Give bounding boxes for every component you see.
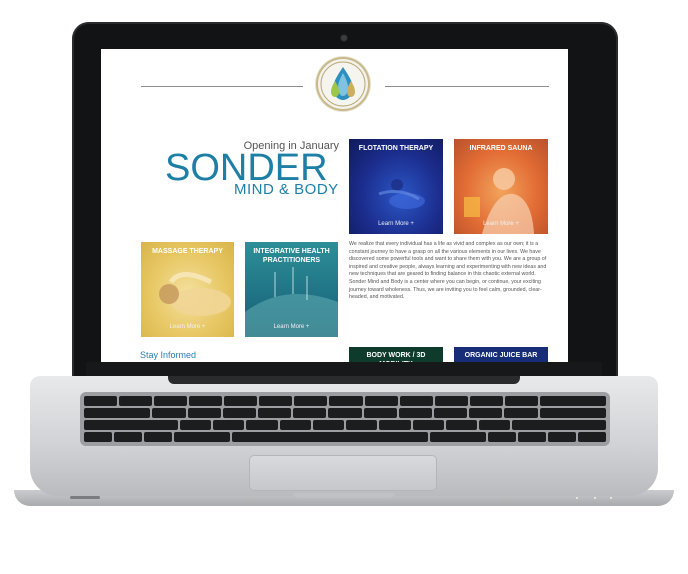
intro-paragraph: We realize that every individual has a l… [349,241,547,301]
indicator-light [576,497,578,499]
learn-more-link[interactable]: Learn More + [141,324,234,330]
tile-title: FLOTATION THERAPY [358,145,434,152]
tile-infrared-sauna[interactable]: INFRARED SAUNA Learn More + [454,139,548,234]
tile-organic-juice-bar[interactable]: ORGANIC JUICE BAR [454,347,548,362]
stay-informed-heading[interactable]: Stay Informed [140,350,196,360]
learn-more-link[interactable]: Learn More + [454,221,548,227]
lid-notch [293,493,395,498]
learn-more-link[interactable]: Learn More + [349,221,443,227]
trackpad [249,455,437,491]
header-divider-left [141,86,303,87]
tile-title: BODY WORK / 3D MOBILITY [366,352,426,362]
indicator-light [594,497,596,499]
tile-massage-therapy[interactable]: MASSAGE THERAPY Learn More + [141,242,234,337]
laptop-screen: Opening in January SONDER MIND & BODY FL… [101,49,568,362]
tile-title: INFRARED SAUNA [469,145,533,152]
tile-title: MASSAGE THERAPY [152,248,223,255]
side-slot [70,496,100,499]
header-divider-right [385,86,549,87]
learn-more-link[interactable]: Learn More + [245,324,338,330]
camera-icon [341,35,347,41]
tile-body-work[interactable]: BODY WORK / 3D MOBILITY [349,347,443,362]
logo-drop-icon[interactable] [318,59,368,109]
tile-flotation-therapy[interactable]: FLOTATION THERAPY Learn More + [349,139,443,234]
laptop-hinge [168,376,520,384]
tile-integrative-health[interactable]: INTEGRATIVE HEALTH PRACTITIONERS Learn M… [245,242,338,337]
tile-title: ORGANIC JUICE BAR [464,352,538,359]
indicator-light [610,497,612,499]
brand-subtitle: MIND & BODY [234,181,339,198]
tile-title: INTEGRATIVE HEALTH PRACTITIONERS [253,248,330,264]
keyboard [80,392,610,446]
